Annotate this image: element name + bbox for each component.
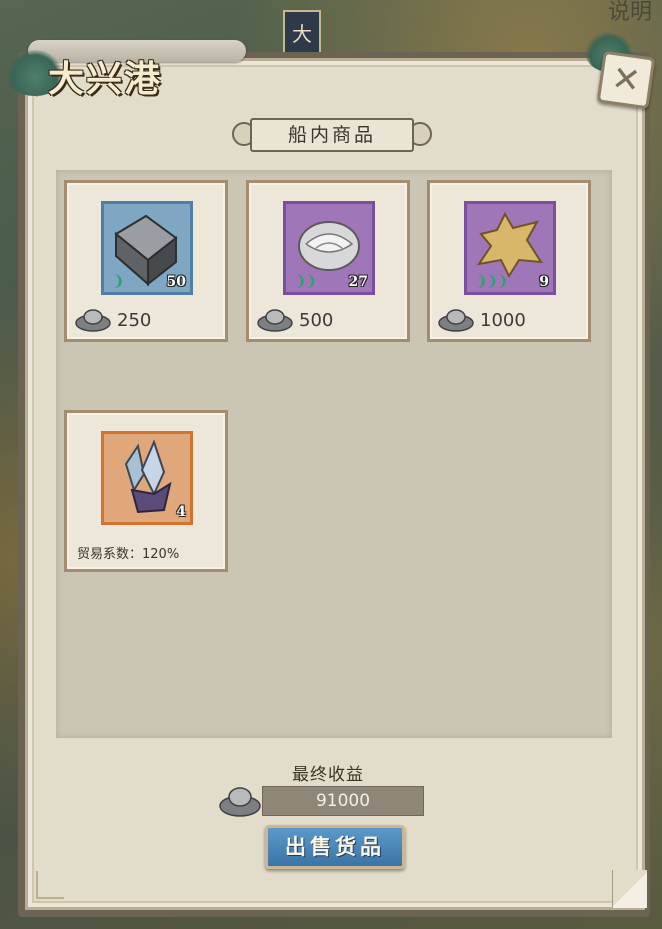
goods-card-silk[interactable]: ❩❩ 27 500 (246, 180, 410, 342)
price-row: 1000 (438, 305, 526, 335)
item-count: 9 (539, 274, 549, 290)
price-value: 250 (117, 309, 152, 331)
goods-card-crystal[interactable]: 4 贸易系数：120% (64, 410, 228, 572)
price-row: 250 (75, 305, 151, 335)
sell-goods-button[interactable]: 出售货品 (265, 825, 405, 869)
close-icon: ✕ (609, 58, 643, 102)
page-curl-corner (612, 870, 647, 908)
silver-ingot-icon (75, 309, 111, 332)
silver-ingot-icon (219, 787, 261, 817)
section-title: 船内商品 (250, 118, 414, 152)
price-row: 500 (257, 305, 333, 335)
quality-marks: ❩❩❩ (475, 272, 509, 290)
close-button[interactable]: ✕ (596, 50, 656, 110)
port-name-title: 大兴港 (48, 58, 163, 100)
silver-ingot-icon (257, 309, 293, 332)
map-banner-char: 大 (292, 22, 312, 46)
trade-coefficient: 贸易系数：120% (77, 547, 180, 562)
silver-ingot-icon (438, 309, 474, 332)
item-frame: ❩❩❩ 9 (464, 201, 556, 295)
final-profit-value: 91000 (262, 786, 424, 816)
item-count: 50 (166, 274, 186, 290)
corner-ornament (36, 871, 64, 899)
quality-marks: ❩ (112, 272, 125, 290)
item-count: 27 (348, 274, 368, 290)
item-frame: ❩❩ 27 (283, 201, 375, 295)
section-header: 船内商品 (232, 116, 432, 154)
goods-grid: ❩ 50 250 ❩❩ 27 500 ❩❩❩ 9 1000 4 贸易系数：120… (56, 170, 612, 738)
item-frame: 4 (101, 431, 193, 525)
item-frame: ❩ 50 (101, 201, 193, 295)
quality-marks: ❩❩ (294, 272, 317, 290)
price-value: 1000 (480, 309, 526, 331)
item-count: 4 (176, 504, 186, 520)
price-value: 500 (299, 309, 334, 331)
map-help-label[interactable]: 说明 (608, 0, 652, 26)
port-title-plate: 大兴港 (0, 22, 246, 100)
final-profit-label: 最终收益 (292, 765, 364, 785)
goods-card-fur[interactable]: ❩❩❩ 9 1000 (427, 180, 591, 342)
goods-card-iron[interactable]: ❩ 50 250 (64, 180, 228, 342)
